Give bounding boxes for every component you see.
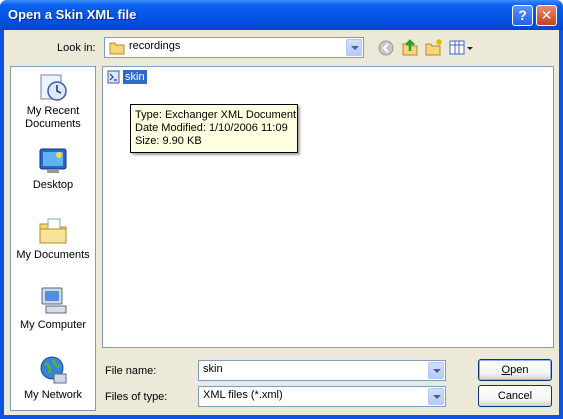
file-name-value: skin [203,363,223,375]
dialog-window: Open a Skin XML file ? ✕ Look in: record… [0,0,563,419]
place-desktop[interactable]: Desktop [11,145,95,192]
new-folder-icon[interactable] [424,37,444,57]
place-label: My Documents [16,249,90,261]
place-label: My Network [23,389,83,401]
file-type-value: XML files (*.xml) [203,389,283,401]
desktop-icon [37,145,69,177]
file-type-dropdown[interactable]: XML files (*.xml) [198,386,446,407]
place-label: My Recent Documents [25,105,81,130]
cancel-button[interactable]: Cancel [478,385,552,407]
file-name-field[interactable]: skin [198,360,446,381]
place-label: Desktop [32,179,74,191]
tooltip-modified: Date Modified: 1/10/2006 11:09 [135,122,288,134]
views-menu-icon[interactable] [448,38,474,58]
tooltip-type: Type: Exchanger XML Document [135,109,297,121]
file-info-tooltip: Type: Exchanger XML Document Date Modifi… [130,104,298,153]
close-button[interactable]: ✕ [536,5,557,26]
xml-file-icon [107,70,120,84]
chevron-down-icon[interactable] [346,39,362,56]
place-my-network[interactable]: My Network [11,355,95,402]
open-button[interactable]: Open [478,359,552,381]
chevron-down-icon[interactable] [428,388,444,405]
dialog-body: Look in: recordings My Recent Documents … [4,30,559,415]
file-type-label: Files of type: [105,391,168,403]
up-folder-icon[interactable] [400,37,420,57]
file-list[interactable]: skin Type: Exchanger XML Document Date M… [102,66,554,348]
window-title: Open a Skin XML file [8,7,137,22]
title-bar[interactable]: Open a Skin XML file ? ✕ [0,0,563,30]
tooltip-size: Size: 9.90 KB [135,135,202,147]
my-documents-icon [37,215,69,247]
my-computer-icon [37,285,69,317]
help-button[interactable]: ? [512,5,533,26]
folder-icon [109,42,125,55]
look-in-label: Look in: [57,42,96,54]
place-my-computer[interactable]: My Computer [11,285,95,332]
chevron-down-icon[interactable] [428,362,444,379]
places-bar: My Recent Documents Desktop My Documents… [10,66,96,411]
look-in-value: recordings [129,40,181,52]
my-network-icon [37,355,69,387]
look-in-dropdown[interactable]: recordings [104,37,364,58]
place-label: My Computer [19,319,87,331]
file-name-label: File name: [105,365,157,377]
place-my-documents[interactable]: My Documents [11,215,95,262]
place-my-recent-documents[interactable]: My Recent Documents [11,71,95,131]
file-name: skin [123,70,147,84]
recent-documents-icon [37,71,69,103]
back-icon[interactable] [376,38,396,58]
